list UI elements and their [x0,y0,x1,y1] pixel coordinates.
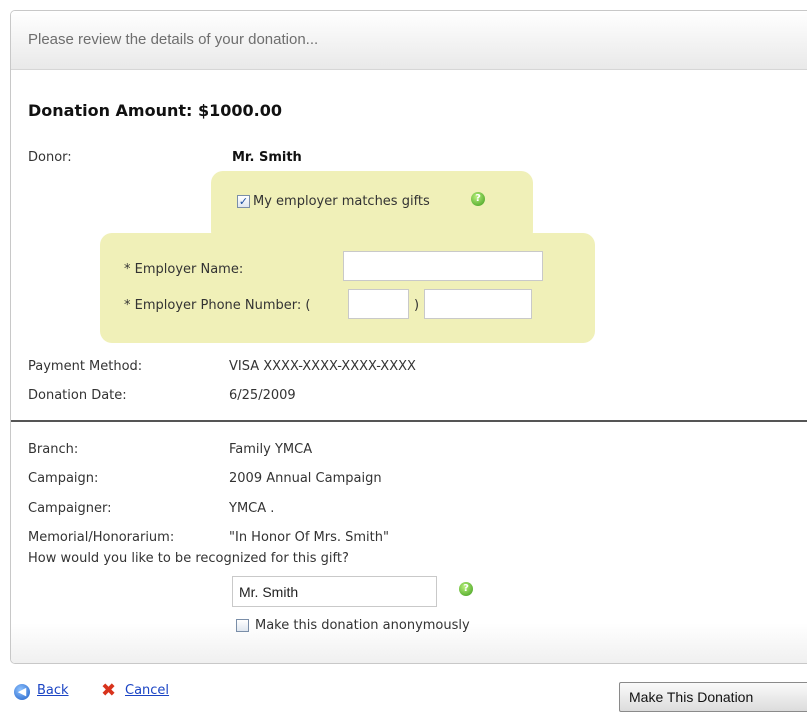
employer-matches-checkbox[interactable]: ✓ [237,195,250,208]
page-title: Please review the details of your donati… [28,31,319,48]
help-icon[interactable]: ? [471,192,485,206]
employer-name-label: * Employer Name: [124,262,244,277]
payment-method-label: Payment Method: [28,359,143,374]
recognition-question: How would you like to be recognized for … [28,551,349,566]
donation-date-value: 6/25/2009 [229,388,296,403]
cancel-x-icon[interactable]: ✖ [101,682,116,700]
employer-details-highlight [100,233,595,343]
campaign-label: Campaign: [28,471,99,486]
memorial-label: Memorial/Honorarium: [28,530,175,545]
donation-date-label: Donation Date: [28,388,127,403]
employer-phone-label: * Employer Phone Number: ( [124,298,311,313]
help-icon[interactable]: ? [459,582,473,596]
campaigner-label: Campaigner: [28,501,112,516]
employer-name-input[interactable] [343,251,543,281]
section-divider [11,420,807,422]
employer-phone-area-input[interactable] [348,289,409,319]
payment-method-value: VISA XXXX-XXXX-XXXX-XXXX [229,359,416,374]
employer-matches-label: My employer matches gifts [253,194,430,209]
make-donation-button[interactable]: Make This Donation [619,682,807,712]
cancel-link[interactable]: Cancel [125,683,169,698]
campaigner-value: YMCA . [229,501,275,516]
donation-amount: Donation Amount: $1000.00 [28,101,282,120]
branch-value: Family YMCA [229,442,313,457]
memorial-value: "In Honor Of Mrs. Smith" [229,530,389,545]
back-arrow-icon[interactable]: ◀ [14,684,30,700]
campaign-value: 2009 Annual Campaign [229,471,382,486]
anonymous-label: Make this donation anonymously [255,618,470,633]
donation-review-panel: Please review the details of your donati… [10,10,807,664]
anonymous-checkbox[interactable] [236,619,249,632]
branch-label: Branch: [28,442,79,457]
phone-paren-close: ) [414,298,420,313]
employer-phone-number-input[interactable] [424,289,532,319]
donor-value: Mr. Smith [232,150,302,165]
recognition-name-input[interactable] [232,576,437,607]
back-link[interactable]: Back [37,683,69,698]
panel-header: Please review the details of your donati… [11,11,807,70]
donor-label: Donor: [28,150,72,165]
